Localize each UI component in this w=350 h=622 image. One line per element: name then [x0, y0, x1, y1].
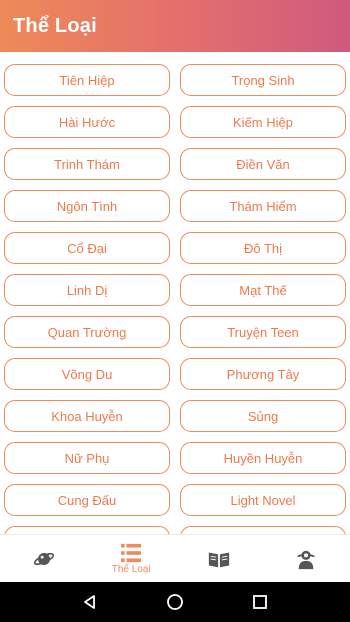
genre-button[interactable]: Sủng: [180, 400, 346, 432]
list-icon: [121, 543, 142, 563]
page-title: Thể Loại: [13, 14, 97, 37]
genre-button[interactable]: [4, 526, 170, 534]
nav-library[interactable]: [175, 535, 263, 583]
genre-button[interactable]: Tiên Hiệp: [4, 64, 170, 96]
genre-button[interactable]: Huyền Huyễn: [180, 442, 346, 474]
nav-discover[interactable]: [0, 535, 88, 583]
genre-list[interactable]: Tiên Hiệp Trọng Sinh Hài Hước Kiếm Hiệp Trin…: [0, 52, 350, 534]
genre-grid: Tiên Hiệp Trọng Sinh Hài Hước Kiếm Hiệp Trin…: [4, 64, 346, 534]
recents-button[interactable]: [245, 587, 275, 617]
genre-button[interactable]: Thám Hiểm: [180, 190, 346, 222]
app-header: Thể Loại: [0, 0, 350, 52]
genre-button[interactable]: Điền Văn: [180, 148, 346, 180]
genre-button[interactable]: Phương Tây: [180, 358, 346, 390]
genre-button[interactable]: Kiếm Hiệp: [180, 106, 346, 138]
genre-button[interactable]: Khoa Huyễn: [4, 400, 170, 432]
genre-button[interactable]: Linh Dị: [4, 274, 170, 306]
genre-button[interactable]: Nữ Phụ: [4, 442, 170, 474]
home-circle-icon: [167, 594, 183, 610]
genre-button[interactable]: Quan Trường: [4, 316, 170, 348]
genre-button[interactable]: Cung Đấu: [4, 484, 170, 516]
bottom-nav: Thể Loại: [0, 534, 350, 583]
genre-button[interactable]: Trinh Thám: [4, 148, 170, 180]
genre-button[interactable]: Trọng Sinh: [180, 64, 346, 96]
genre-button[interactable]: Đô Thị: [180, 232, 346, 264]
android-nav-bar: [0, 582, 350, 622]
planet-icon: [33, 552, 54, 566]
recents-square-icon: [252, 595, 267, 609]
nav-account[interactable]: [263, 535, 350, 583]
genre-button[interactable]: Võng Du: [4, 358, 170, 390]
genre-button[interactable]: Ngôn Tình: [4, 190, 170, 222]
genre-button[interactable]: Light Novel: [180, 484, 346, 516]
genre-button[interactable]: Truyện Teen: [180, 316, 346, 348]
genre-button[interactable]: [180, 526, 346, 534]
user-icon: [297, 550, 316, 570]
back-triangle-icon: [84, 595, 96, 609]
home-button[interactable]: [160, 587, 190, 617]
nav-categories[interactable]: Thể Loại: [88, 535, 176, 583]
nav-categories-label: Thể Loại: [111, 564, 151, 575]
back-button[interactable]: [75, 587, 105, 617]
genre-button[interactable]: Mạt Thế: [180, 274, 346, 306]
genre-button[interactable]: Cổ Đại: [4, 232, 170, 264]
book-icon: [208, 552, 229, 568]
genre-button[interactable]: Hài Hước: [4, 106, 170, 138]
